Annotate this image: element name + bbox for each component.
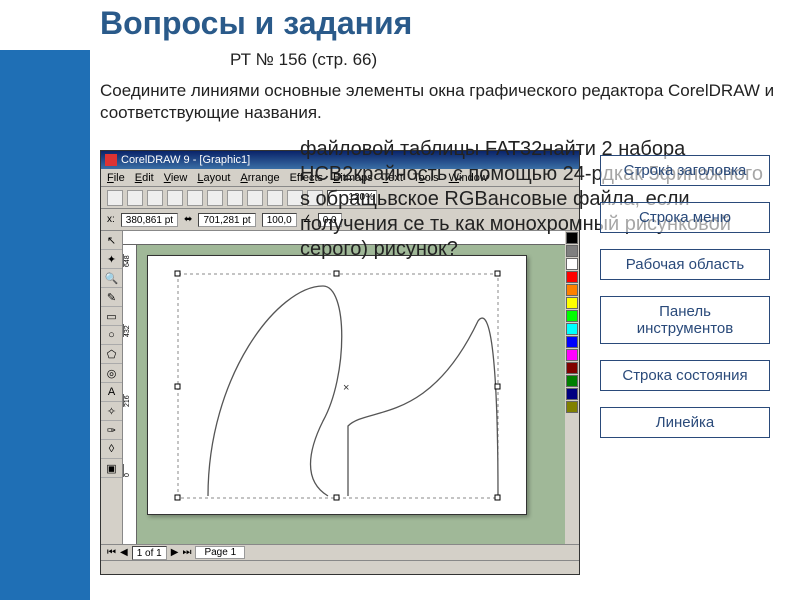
nav-prev-icon[interactable]: ⏮ [107, 547, 116, 558]
swatch[interactable] [566, 401, 578, 413]
ruler-tick: 0 [123, 464, 131, 477]
ruler-tick: 648 [123, 254, 131, 267]
ruler-tick: 432 [123, 324, 131, 337]
swatch[interactable] [566, 271, 578, 283]
status-bar [101, 560, 579, 574]
accent-bar [0, 50, 90, 600]
work-area: ↖ ✦ 🔍 ✎ ▭ ○ ⬠ ◎ A ✧ ✑ ◊ ▣ 648 432 216 0 [101, 231, 565, 544]
label-list: Строка заголовка Строка меню Рабочая обл… [600, 155, 770, 438]
label-ruler[interactable]: Линейка [600, 407, 770, 438]
app-icon [105, 154, 117, 166]
coord-w[interactable]: 701,281 pt [198, 213, 255, 227]
menu-arrange[interactable]: Arrange [240, 172, 279, 184]
svg-text:×: × [343, 382, 349, 394]
text-tool-icon[interactable]: A [101, 383, 122, 402]
page-tab[interactable]: Page 1 [195, 546, 245, 559]
menu-edit[interactable]: Edit [135, 172, 154, 184]
swatch[interactable] [566, 388, 578, 400]
label-toolpanel[interactable]: Панель инструментов [600, 296, 770, 344]
ruler-tick: 216 [123, 394, 131, 407]
open-icon[interactable] [127, 190, 143, 206]
coord-x[interactable]: 380,861 pt [121, 213, 178, 227]
swatch[interactable] [566, 284, 578, 296]
swatch[interactable] [566, 310, 578, 322]
swatch[interactable] [566, 362, 578, 374]
coord-w-label: ⬌ [184, 214, 192, 225]
ruler-vertical: 648 432 216 0 [123, 245, 137, 544]
shape-tool-icon[interactable]: ✦ [101, 250, 122, 269]
page-counter: 1 of 1 [132, 546, 167, 560]
menu-view[interactable]: View [164, 172, 188, 184]
label-menubar[interactable]: Строка меню [600, 202, 770, 233]
paste-icon[interactable] [227, 190, 243, 206]
freehand-tool-icon[interactable]: ✎ [101, 288, 122, 307]
label-workarea[interactable]: Рабочая область [600, 249, 770, 280]
task-text: Соедините линиями основные элементы окна… [100, 80, 780, 124]
ellipse-tool-icon[interactable]: ○ [101, 326, 122, 345]
coord-x-label: x: [107, 214, 115, 225]
swatch[interactable] [566, 375, 578, 387]
new-icon[interactable] [107, 190, 123, 206]
swatch[interactable] [566, 336, 578, 348]
swatch[interactable] [566, 323, 578, 335]
redo-icon[interactable] [267, 190, 283, 206]
page-rect[interactable]: × [147, 255, 527, 515]
nav-back-icon[interactable]: ◀ [120, 547, 128, 558]
print-icon[interactable] [167, 190, 183, 206]
cut-icon[interactable] [187, 190, 203, 206]
window-title: CorelDRAW 9 - [Graphic1] [121, 154, 250, 166]
zoom-tool-icon[interactable]: 🔍 [101, 269, 122, 288]
curve-artwork: × [148, 256, 528, 516]
scale-x[interactable]: 100,0 [262, 213, 297, 227]
save-icon[interactable] [147, 190, 163, 206]
menu-file[interactable]: File [107, 172, 125, 184]
copy-icon[interactable] [207, 190, 223, 206]
polygon-tool-icon[interactable]: ⬠ [101, 345, 122, 364]
fill-tool-icon[interactable]: ▣ [101, 459, 122, 478]
pick-tool-icon[interactable]: ↖ [101, 231, 122, 250]
spiral-tool-icon[interactable]: ◎ [101, 364, 122, 383]
menu-layout[interactable]: Layout [197, 172, 230, 184]
toolbox[interactable]: ↖ ✦ 🔍 ✎ ▭ ○ ⬠ ◎ A ✧ ✑ ◊ ▣ [101, 231, 123, 544]
nav-last-icon[interactable]: ⏭ [182, 547, 191, 558]
label-titlebar[interactable]: Строка заголовка [600, 155, 770, 186]
interactive-tool-icon[interactable]: ✧ [101, 402, 122, 421]
rectangle-tool-icon[interactable]: ▭ [101, 307, 122, 326]
page-navigator[interactable]: ⏮ ◀ 1 of 1 ▶ ⏭ Page 1 [101, 544, 579, 560]
swatch[interactable] [566, 349, 578, 361]
eyedropper-tool-icon[interactable]: ✑ [101, 421, 122, 440]
color-palette[interactable] [565, 231, 579, 544]
outline-tool-icon[interactable]: ◊ [101, 440, 122, 459]
swatch[interactable] [566, 297, 578, 309]
page-title: Вопросы и задания [100, 5, 412, 42]
page-subtitle: РТ № 156 (стр. 66) [230, 50, 377, 70]
nav-fwd-icon[interactable]: ▶ [171, 547, 179, 558]
label-statusbar[interactable]: Строка состояния [600, 360, 770, 391]
canvas-area[interactable]: × [137, 245, 565, 544]
undo-icon[interactable] [247, 190, 263, 206]
